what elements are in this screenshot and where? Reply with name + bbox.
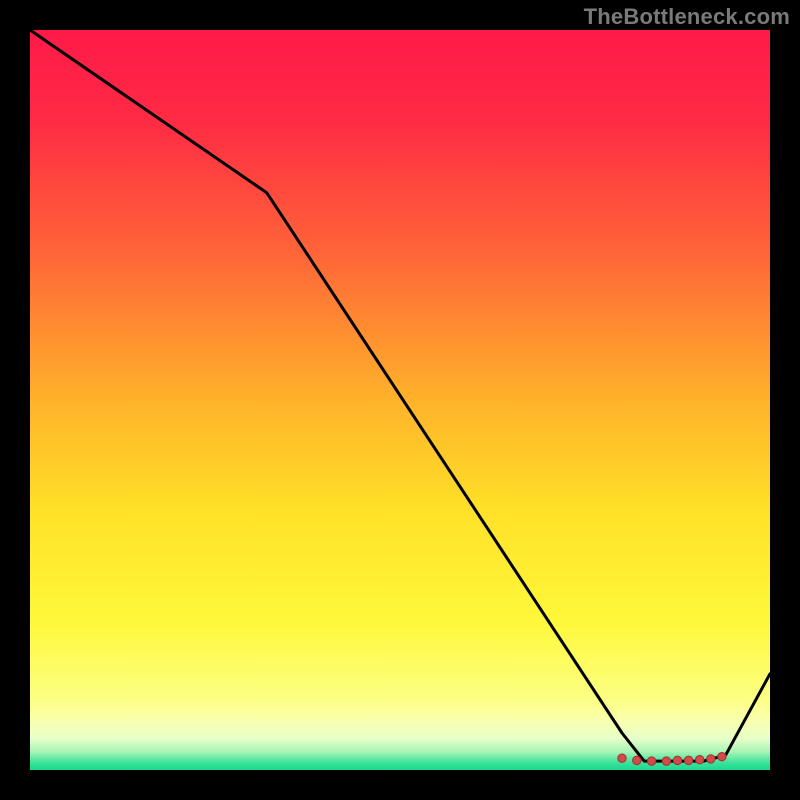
plot-background	[30, 30, 770, 770]
chart-stage: TheBottleneck.com	[0, 0, 800, 800]
marker-point	[718, 752, 726, 760]
marker-point	[633, 756, 641, 764]
marker-point	[707, 755, 715, 763]
marker-point	[618, 754, 626, 762]
chart-svg	[0, 0, 800, 800]
marker-point	[696, 755, 704, 763]
marker-point	[647, 757, 655, 765]
marker-point	[673, 756, 681, 764]
marker-point	[662, 757, 670, 765]
marker-point	[684, 756, 692, 764]
